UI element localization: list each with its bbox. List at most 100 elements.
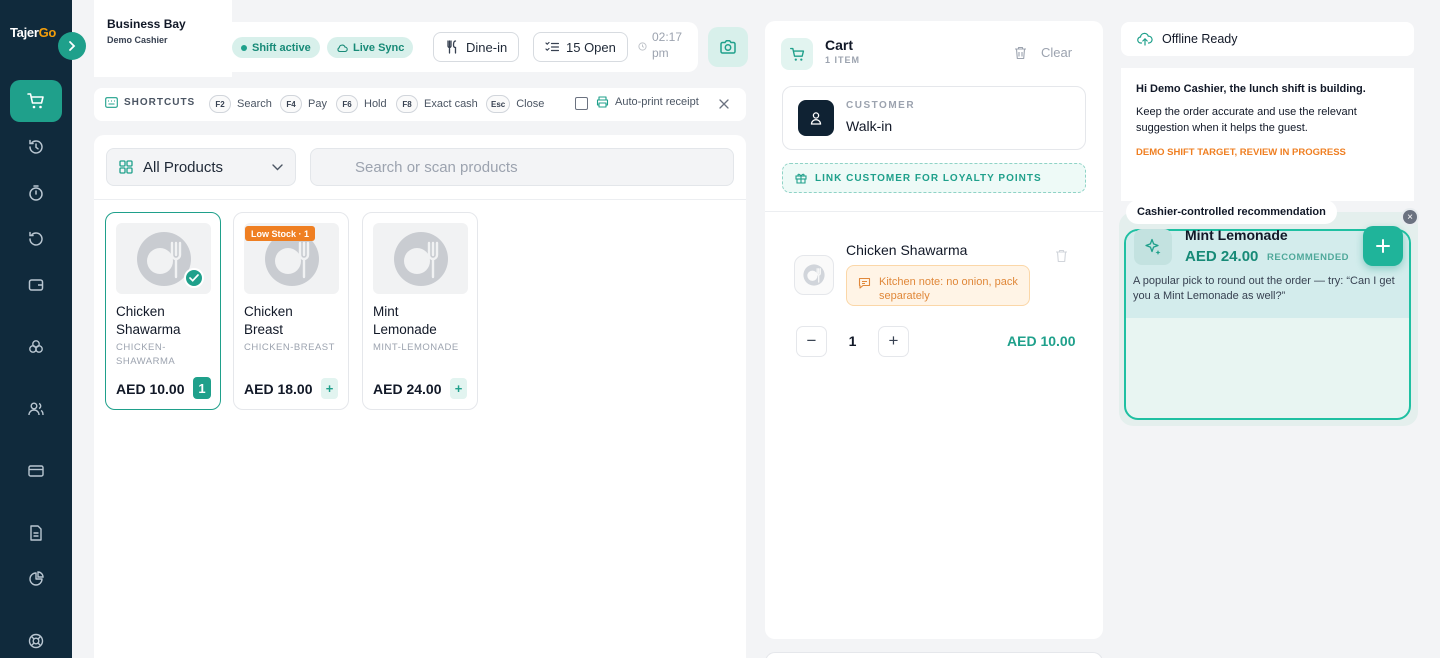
timer-icon (29, 185, 43, 201)
quantity-value: 1 (848, 333, 857, 349)
cart-item-price: AED 10.00 (1007, 333, 1076, 349)
boxes-icon (29, 340, 43, 353)
order-type-button[interactable]: Dine-in (433, 32, 520, 62)
clear-cart-button[interactable]: Clear (1014, 45, 1072, 60)
selected-check-icon (184, 268, 204, 288)
remove-item-icon[interactable] (1055, 249, 1068, 263)
quantity-stepper: − 1 + (796, 325, 909, 357)
key-f4: F4 (280, 95, 302, 113)
sidebar-item-products[interactable] (10, 326, 62, 368)
sidebar-item-support[interactable] (10, 620, 62, 658)
sidebar-item-history[interactable] (10, 126, 62, 168)
shortcut-pay[interactable]: F4 Pay (280, 95, 327, 113)
credit-card-icon (28, 465, 44, 477)
sidebar-toggle-button[interactable] (58, 32, 86, 60)
product-name: Mint Lemonade (373, 303, 437, 339)
close-shortcuts-icon[interactable] (719, 99, 729, 109)
shortcut-close[interactable]: Esc Close (486, 95, 544, 113)
logo-text-part2: Go (38, 25, 57, 40)
sidebar-item-reports[interactable] (10, 512, 62, 554)
sidebar-item-pos[interactable] (10, 80, 62, 122)
logo-text-part1: Tajer (10, 25, 39, 40)
product-sku: CHICKEN- SHAWARMA (116, 341, 175, 369)
key-f6: F6 (336, 95, 358, 113)
cloud-icon (337, 44, 348, 52)
product-price: AED 10.00 (116, 381, 185, 397)
assistant-heading: Hi Demo Cashier, the lunch shift is buil… (1136, 83, 1366, 95)
sidebar-item-customers[interactable] (10, 388, 62, 430)
pie-chart-icon (29, 571, 44, 586)
recommended-label: RECOMMENDED (1267, 252, 1350, 263)
product-sku: CHICKEN-BREAST (244, 342, 335, 353)
cart-divider (765, 211, 1103, 212)
category-select-value: All Products (143, 158, 224, 176)
key-esc: Esc (486, 95, 511, 113)
product-card[interactable]: Chicken Shawarma CHICKEN- SHAWARMA AED 10.… (105, 212, 221, 410)
assistant-target: DEMO SHIFT TARGET, REVIEW IN PROGRESS (1136, 147, 1346, 158)
product-sku-line: SHAWARMA (116, 356, 176, 367)
chevron-down-icon (272, 163, 283, 170)
rotate-ccw-icon (29, 231, 43, 246)
key-f2: F2 (209, 95, 231, 113)
cart-item-count: 1 ITEM (825, 55, 861, 65)
product-card[interactable]: Mint Lemonade MINT-LEMONADE AED 24.00 + (362, 212, 478, 410)
product-sku: MINT-LEMONADE (373, 342, 459, 353)
assistant-message: Hi Demo Cashier, the lunch shift is buil… (1121, 68, 1414, 201)
current-time: 02:17 pm (652, 29, 682, 61)
sidebar-item-analytics[interactable] (10, 558, 62, 600)
camera-icon (720, 40, 736, 54)
shift-status-label: Shift active (252, 41, 311, 54)
add-recommendation-button[interactable] (1363, 226, 1403, 266)
cart-icon (789, 47, 804, 61)
key-f8: F8 (396, 95, 418, 113)
shortcut-label: Close (516, 98, 545, 110)
recommendation-text: A popular pick to round out the order — … (1133, 275, 1395, 302)
sidebar-item-refunds[interactable] (10, 218, 62, 260)
auto-print-checkbox[interactable] (575, 97, 588, 110)
business-card: Business Bay Demo Cashier (94, 0, 232, 77)
product-sku-line: CHICKEN- (116, 342, 166, 353)
kitchen-note-text: Kitchen note: no onion, pack separately (879, 276, 1018, 302)
product-name-line: Breast (244, 322, 284, 337)
camera-scan-button[interactable] (708, 27, 748, 67)
sync-status-label: Live Sync (353, 41, 405, 54)
shortcut-hold[interactable]: F6 Hold (336, 95, 387, 113)
trash-icon (1015, 46, 1026, 59)
add-to-cart-button[interactable]: + (321, 378, 338, 399)
sidebar-item-wallet[interactable] (10, 264, 62, 306)
cart-icon (27, 93, 44, 109)
cart-footer-edge (765, 652, 1103, 658)
shortcut-label: Search (237, 98, 272, 110)
shift-status-badge: Shift active (232, 37, 320, 58)
offline-status: Offline Ready (1121, 22, 1414, 56)
message-icon (858, 277, 871, 289)
shortcut-exact-cash[interactable]: F8 Exact cash (396, 95, 478, 113)
category-select[interactable]: All Products (106, 148, 296, 186)
product-name: Chicken Breast (244, 303, 293, 339)
low-stock-badge: Low Stock · 1 (245, 226, 316, 241)
add-to-cart-button[interactable]: + (450, 378, 467, 399)
product-search-input[interactable] (310, 148, 734, 186)
lifebuoy-icon (28, 633, 44, 649)
sidebar-item-payments[interactable] (10, 450, 62, 492)
history-icon (29, 139, 43, 154)
list-check-icon (545, 41, 559, 52)
close-recommendation-button[interactable]: × (1401, 208, 1419, 226)
sidebar-item-timer[interactable] (10, 172, 62, 214)
decrease-qty-button[interactable]: − (796, 325, 827, 357)
product-name-line: Mint (373, 304, 399, 319)
shortcut-label: Hold (364, 98, 387, 110)
kitchen-note[interactable]: Kitchen note: no onion, pack separately (846, 265, 1030, 306)
auto-print-option[interactable]: Auto-print receipt (596, 96, 699, 108)
product-card[interactable]: Low Stock · 1 Chicken Breast CHICKEN-BREA… (233, 212, 349, 410)
shortcut-search[interactable]: F2 Search (209, 95, 272, 113)
increase-qty-button[interactable]: + (877, 325, 909, 357)
user-icon (810, 112, 822, 125)
open-orders-button[interactable]: 15 Open (533, 32, 628, 62)
dish-placeholder-icon (393, 231, 448, 286)
link-loyalty-button[interactable]: LINK CUSTOMER FOR LOYALTY POINTS (782, 163, 1086, 193)
wallet-icon (28, 279, 44, 291)
shortcut-label: Pay (308, 98, 327, 110)
users-icon (28, 402, 44, 416)
cart-item-name: Chicken Shawarma (846, 242, 968, 258)
